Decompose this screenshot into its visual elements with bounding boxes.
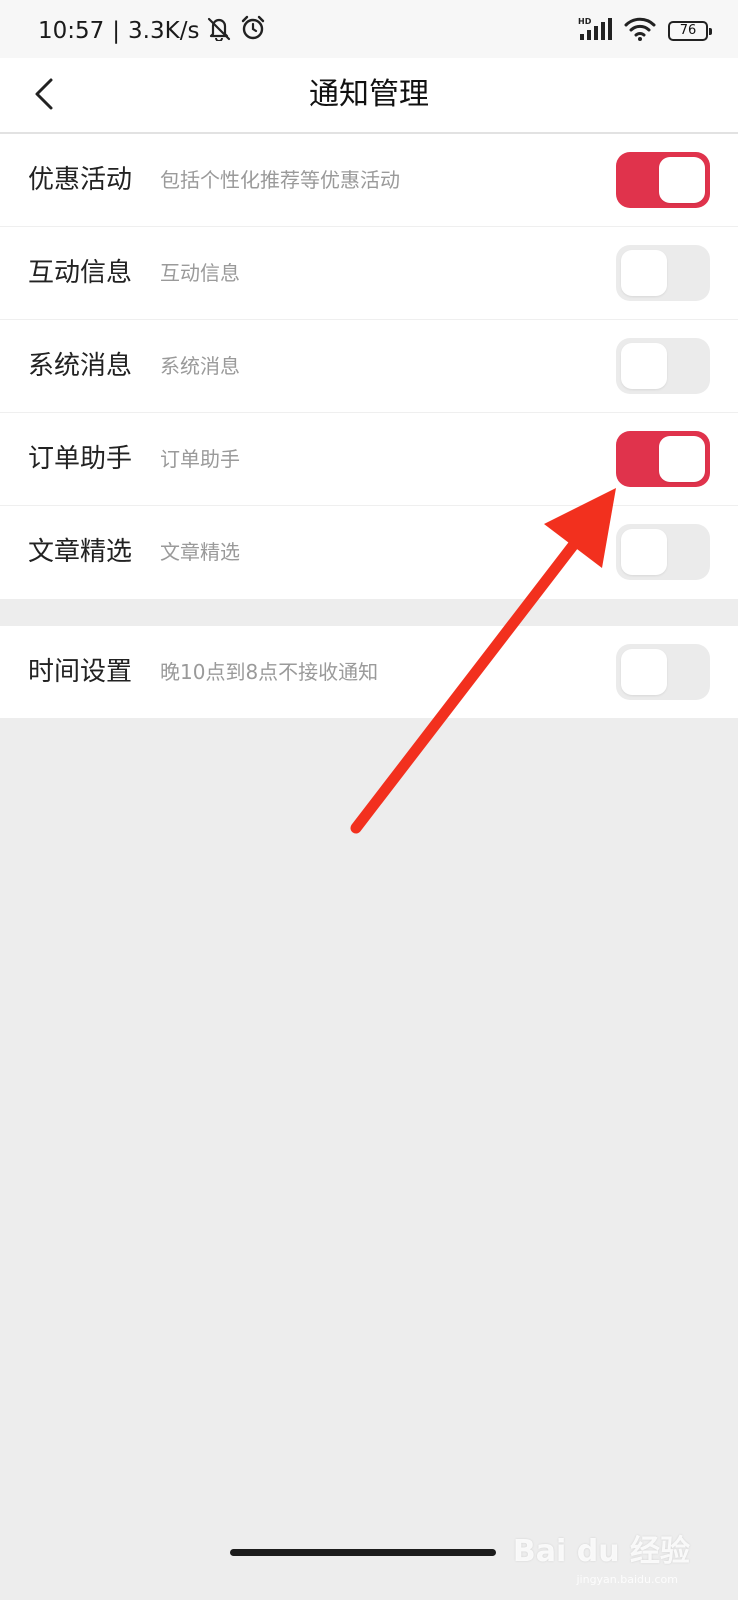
status-right: HD 76: [578, 16, 712, 46]
setting-title: 优惠活动: [28, 165, 133, 195]
setting-row-featured-articles: 文章精选 文章精选: [0, 506, 738, 599]
setting-row-interactions: 互动信息 互动信息: [0, 227, 738, 320]
setting-row-system-messages: 系统消息 系统消息: [0, 320, 738, 413]
signal-icon: HD: [578, 16, 612, 46]
setting-title: 文章精选: [28, 537, 133, 567]
battery-icon: 76: [668, 21, 712, 41]
status-separator: |: [112, 18, 121, 44]
home-indicator[interactable]: [230, 1549, 496, 1556]
featured-articles-toggle[interactable]: [616, 524, 710, 580]
promotions-toggle[interactable]: [616, 152, 710, 208]
bell-off-icon: [205, 15, 233, 47]
setting-row-quiet-hours: 时间设置 晚10点到8点不接收通知: [0, 626, 738, 718]
setting-title: 互动信息: [28, 258, 133, 288]
watermark-url: jingyan.baidu.com: [576, 1573, 678, 1586]
setting-title: 时间设置: [28, 657, 133, 687]
setting-row-promotions: 优惠活动 包括个性化推荐等优惠活动: [0, 134, 738, 227]
interactions-toggle[interactable]: [616, 245, 710, 301]
toggle-knob: [659, 436, 705, 482]
setting-description: 订单助手: [160, 447, 240, 471]
setting-title: 系统消息: [28, 351, 133, 381]
order-assistant-toggle[interactable]: [616, 431, 710, 487]
setting-description: 系统消息: [160, 354, 240, 378]
toggle-knob: [659, 157, 705, 203]
time-setting-section: 时间设置 晚10点到8点不接收通知: [0, 626, 738, 718]
page-title: 通知管理: [309, 77, 429, 112]
setting-title: 订单助手: [28, 444, 133, 474]
status-time: 10:57: [38, 18, 105, 44]
setting-row-order-assistant: 订单助手 订单助手: [0, 413, 738, 506]
status-bar: 10:57 | 3.3K/s HD 76: [0, 0, 738, 58]
status-left: 10:57 | 3.3K/s: [38, 14, 267, 48]
quiet-hours-toggle[interactable]: [616, 644, 710, 700]
status-network-speed: 3.3K/s: [128, 18, 200, 44]
baidu-jingyan-watermark: Bai du 经验: [512, 1534, 690, 1569]
setting-description: 文章精选: [160, 540, 240, 564]
toggle-knob: [621, 529, 667, 575]
notification-settings-list: 优惠活动 包括个性化推荐等优惠活动 互动信息 互动信息 系统消息 系统消息 订单…: [0, 134, 738, 599]
toggle-knob: [621, 343, 667, 389]
setting-description: 互动信息: [160, 261, 240, 285]
svg-text:HD: HD: [578, 17, 592, 26]
system-messages-toggle[interactable]: [616, 338, 710, 394]
setting-description: 包括个性化推荐等优惠活动: [160, 168, 400, 192]
setting-description: 晚10点到8点不接收通知: [160, 660, 379, 684]
toggle-knob: [621, 649, 667, 695]
header-bar: 通知管理: [0, 58, 738, 134]
wifi-icon: [624, 17, 656, 45]
alarm-icon: [239, 14, 267, 48]
toggle-knob: [621, 250, 667, 296]
